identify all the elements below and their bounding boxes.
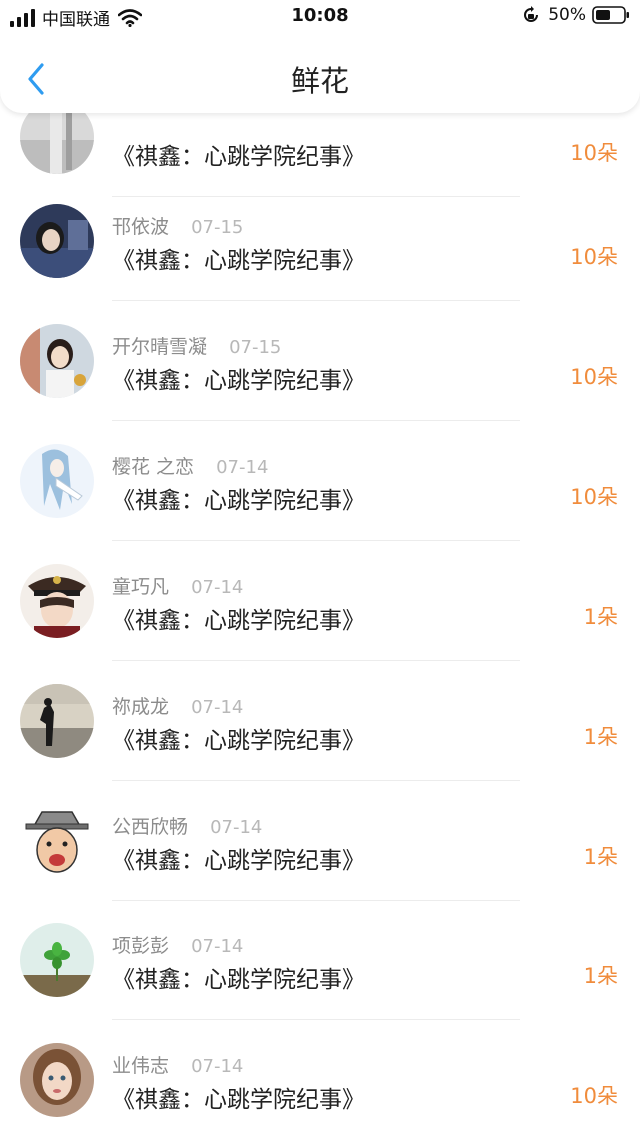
flower-count: 1朵 — [583, 845, 618, 869]
flower-count: 10朵 — [570, 141, 618, 165]
rotation-lock-icon — [524, 6, 539, 22]
list-item[interactable]: 邗依波 07-15 《祺鑫：心跳学院纪事》 10朵 — [0, 181, 640, 301]
user-name: 开尔晴雪凝 — [112, 336, 208, 358]
gift-date: 07-14 — [216, 457, 269, 478]
flower-count: 1朵 — [583, 725, 618, 749]
name-line: 祢成龙 07-14 — [112, 692, 243, 719]
avatar[interactable] — [20, 804, 94, 878]
list-item[interactable]: 开尔晴雪凝 07-15 《祺鑫：心跳学院纪事》 10朵 — [0, 301, 640, 421]
page-title: 鲜花 — [290, 64, 349, 98]
gift-date: 07-15 — [229, 337, 282, 358]
flower-count: 1朵 — [583, 605, 618, 629]
flower-count: 10朵 — [570, 1084, 618, 1108]
book-title[interactable]: 《祺鑫：心跳学院纪事》 — [112, 841, 365, 875]
list-item[interactable]: 樱花 之恋 07-14 《祺鑫：心跳学院纪事》 10朵 — [0, 421, 640, 541]
list-item[interactable]: 祢成龙 07-14 《祺鑫：心跳学院纪事》 1朵 — [0, 661, 640, 781]
avatar[interactable] — [20, 564, 94, 638]
gift-date: 07-14 — [191, 1056, 244, 1077]
gift-date: 07-14 — [191, 577, 244, 598]
book-title[interactable]: 《祺鑫：心跳学院纪事》 — [112, 960, 365, 994]
battery-icon — [592, 6, 629, 24]
gift-date: 07-14 — [210, 817, 263, 838]
list-item[interactable]: 公西欣畅 07-14 《祺鑫：心跳学院纪事》 1朵 — [0, 781, 640, 901]
name-line: 樱花 之恋 07-14 — [112, 452, 268, 479]
user-name: 公西欣畅 — [112, 816, 189, 838]
avatar[interactable] — [20, 444, 94, 518]
name-line: 业伟志 07-14 — [112, 1051, 243, 1078]
gift-date: 07-14 — [191, 697, 244, 718]
list-item[interactable]: 业伟志 07-14 《祺鑫：心跳学院纪事》 10朵 — [0, 1020, 640, 1138]
avatar[interactable] — [20, 1043, 94, 1117]
list-item[interactable]: 童巧凡 07-14 《祺鑫：心跳学院纪事》 1朵 — [0, 541, 640, 661]
flower-count: 10朵 — [570, 245, 618, 269]
book-title[interactable]: 《祺鑫：心跳学院纪事》 — [112, 241, 365, 275]
user-name: 项彭彭 — [112, 935, 170, 957]
avatar[interactable] — [20, 923, 94, 997]
list-item[interactable]: 项彭彭 07-14 《祺鑫：心跳学院纪事》 1朵 — [0, 900, 640, 1020]
gift-date: 07-14 — [191, 936, 244, 957]
flower-count: 10朵 — [570, 485, 618, 509]
flower-count: 10朵 — [570, 365, 618, 389]
book-title[interactable]: 《祺鑫：心跳学院纪事》 — [112, 361, 365, 395]
user-name: 邗依波 — [112, 216, 170, 238]
name-line: 开尔晴雪凝 07-15 — [112, 332, 281, 359]
flower-count: 1朵 — [583, 964, 618, 988]
name-line: 邗依波 07-15 — [112, 212, 243, 239]
user-name: 童巧凡 — [112, 576, 170, 598]
gift-date: 07-15 — [191, 217, 244, 238]
avatar[interactable] — [20, 684, 94, 758]
flowers-screen: 《祺鑫：心跳学院纪事》 10朵 邗依波 07-15 《祺鑫：心跳学院纪事》 10… — [0, 0, 640, 1138]
avatar[interactable] — [20, 204, 94, 278]
status-right: 50% — [522, 5, 630, 25]
user-name: 樱花 之恋 — [112, 456, 195, 478]
user-name: 祢成龙 — [112, 696, 170, 718]
name-line: 公西欣畅 07-14 — [112, 812, 262, 839]
name-line: 童巧凡 07-14 — [112, 572, 243, 599]
book-title[interactable]: 《祺鑫：心跳学院纪事》 — [112, 481, 365, 515]
book-title[interactable]: 《祺鑫：心跳学院纪事》 — [112, 721, 365, 755]
book-title[interactable]: 《祺鑫：心跳学院纪事》 — [112, 137, 365, 171]
user-name: 业伟志 — [112, 1055, 170, 1077]
avatar[interactable] — [20, 324, 94, 398]
book-title[interactable]: 《祺鑫：心跳学院纪事》 — [112, 1080, 365, 1114]
book-title[interactable]: 《祺鑫：心跳学院纪事》 — [112, 601, 365, 635]
battery-percent: 50% — [548, 5, 586, 25]
name-line: 项彭彭 07-14 — [112, 931, 243, 958]
status-bar: 中国联通 10:08 50% — [0, 0, 640, 34]
